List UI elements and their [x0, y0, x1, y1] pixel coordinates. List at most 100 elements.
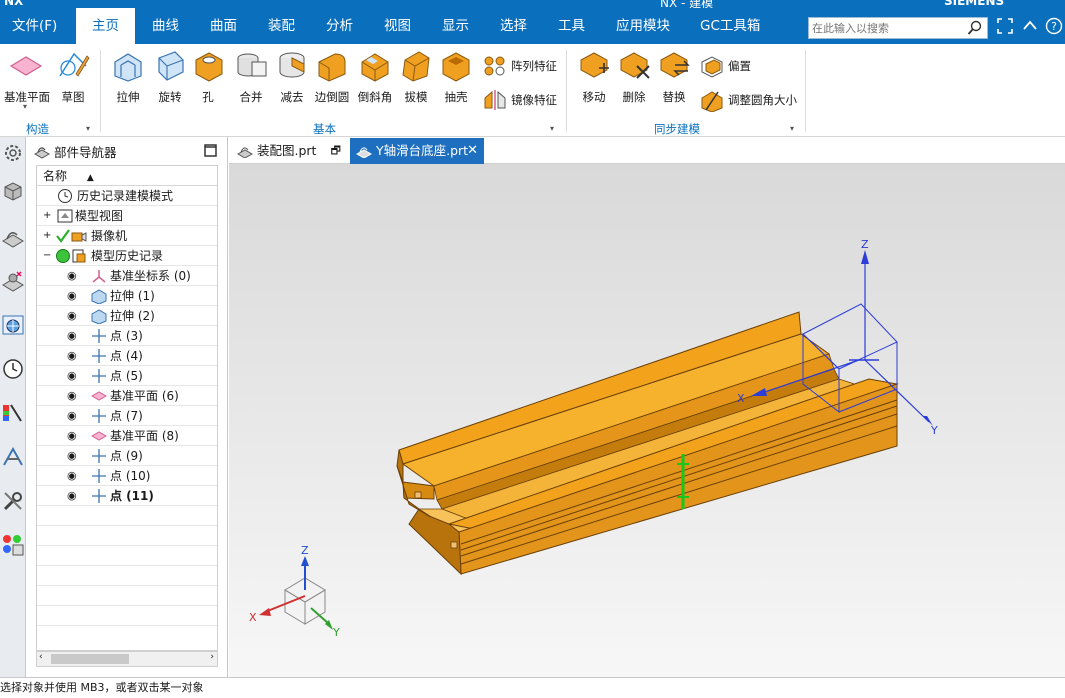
menu-select[interactable]: 选择: [498, 8, 529, 44]
edge-blend-button[interactable]: 边倒圆: [312, 48, 352, 105]
graphics-window[interactable]: Z X Y Z X Y: [229, 164, 1065, 677]
gear-icon[interactable]: [1, 141, 25, 165]
tree-row[interactable]: + 摄像机: [37, 226, 217, 246]
fullscreen-icon[interactable]: [996, 17, 1014, 35]
eye-icon[interactable]: ◉: [67, 406, 77, 426]
help-icon[interactable]: ?: [1045, 17, 1063, 35]
mirror-feature-button[interactable]: 镜像特征: [483, 88, 557, 112]
search-box[interactable]: [808, 17, 988, 39]
menu-analysis[interactable]: 分析: [324, 8, 355, 44]
rail-base-part[interactable]: [396, 311, 899, 576]
resize-blend-button[interactable]: 调整圆角大小: [700, 88, 797, 112]
delete-face-icon: [620, 52, 650, 79]
eye-icon[interactable]: ◉: [67, 286, 77, 306]
tree-row[interactable]: ◉ 点 (5): [37, 366, 217, 386]
subtract-button[interactable]: 减去: [274, 48, 310, 105]
view-triad[interactable]: Z X Y: [249, 544, 340, 639]
menu-view[interactable]: 视图: [382, 8, 413, 44]
group-separator: [805, 50, 806, 132]
menu-applications[interactable]: 应用模块: [614, 8, 672, 44]
eye-icon[interactable]: ◉: [67, 446, 77, 466]
sketch-button[interactable]: 草图: [56, 48, 90, 105]
tree-row[interactable]: ◉ 基准平面 (6): [37, 386, 217, 406]
empty-row: [37, 566, 217, 586]
hole-button[interactable]: 孔: [192, 48, 224, 105]
app-logo[interactable]: NX: [4, 0, 23, 8]
mirror-feature-label: 镜像特征: [511, 93, 557, 107]
roles-icon[interactable]: [1, 445, 25, 469]
delete-face-button[interactable]: 删除: [616, 48, 652, 105]
construct-group-dropdown[interactable]: ▾: [86, 124, 90, 133]
chamfer-button[interactable]: 倒斜角: [355, 48, 395, 105]
tree-row[interactable]: ◉ 点 (9): [37, 446, 217, 466]
datum-plane-button[interactable]: 基准平面: [4, 48, 50, 105]
eye-icon[interactable]: ◉: [67, 366, 77, 386]
horizontal-scrollbar[interactable]: ‹ ›: [36, 651, 218, 667]
menu-home[interactable]: 主页: [76, 8, 135, 44]
column-header-name[interactable]: 名称 ▲: [37, 166, 217, 186]
tree-row[interactable]: ◉ 点 (10): [37, 466, 217, 486]
datum-plane-dropdown[interactable]: ▾: [23, 102, 27, 111]
expand-plus-icon[interactable]: +: [43, 206, 51, 226]
tree-row[interactable]: ◉ 基准坐标系 (0): [37, 266, 217, 286]
close-icon[interactable]: ✕: [467, 138, 478, 164]
pattern-feature-button[interactable]: 阵列特征: [483, 54, 557, 78]
eye-icon[interactable]: ◉: [67, 386, 77, 406]
tree-row[interactable]: ◉ 拉伸 (1): [37, 286, 217, 306]
tab-assembly-drawing[interactable]: 装配图.prt 🗗: [231, 138, 349, 164]
scroll-right-icon[interactable]: ›: [210, 652, 214, 662]
revolve-button[interactable]: 旋转: [152, 48, 188, 105]
expand-plus-icon[interactable]: +: [43, 226, 51, 246]
system-materials-icon[interactable]: [1, 533, 25, 557]
menu-assembly[interactable]: 装配: [266, 8, 297, 44]
search-icon[interactable]: [967, 20, 983, 36]
menu-tools[interactable]: 工具: [556, 8, 587, 44]
shell-button[interactable]: 抽壳: [439, 48, 473, 105]
scroll-left-icon[interactable]: ‹: [39, 652, 43, 662]
eye-icon[interactable]: ◉: [67, 426, 77, 446]
eye-icon[interactable]: ◉: [67, 486, 77, 506]
maximize-icon[interactable]: [204, 144, 217, 157]
history-clock-icon[interactable]: [1, 357, 25, 381]
palette-icon[interactable]: [1, 401, 25, 425]
menu-file[interactable]: 文件(F): [10, 8, 59, 44]
sync-group-dropdown[interactable]: ▾: [790, 124, 794, 133]
tree-row[interactable]: ◉ 点 (3): [37, 326, 217, 346]
part-navigator-icon[interactable]: [1, 225, 25, 249]
eye-icon[interactable]: ◉: [67, 326, 77, 346]
menu-display[interactable]: 显示: [440, 8, 471, 44]
tree-row[interactable]: ◉ 拉伸 (2): [37, 306, 217, 326]
unite-button[interactable]: 合并: [233, 48, 269, 105]
assembly-navigator-icon[interactable]: [1, 179, 25, 203]
tree-row[interactable]: + 模型视图: [37, 206, 217, 226]
eye-icon[interactable]: ◉: [67, 466, 77, 486]
model-canvas[interactable]: Z X Y Z X Y: [229, 164, 1065, 677]
scrollbar-thumb[interactable]: [51, 654, 129, 664]
web-browser-icon[interactable]: [1, 313, 25, 337]
tree-row[interactable]: 历史记录建模模式: [37, 186, 217, 206]
sort-ascending-icon[interactable]: ▲: [87, 173, 94, 183]
chevron-up-icon[interactable]: [1021, 17, 1039, 35]
tree-row[interactable]: − 模型历史记录: [37, 246, 217, 266]
tree-row[interactable]: ◉ 点 (7): [37, 406, 217, 426]
offset-region-button[interactable]: 偏置: [700, 54, 751, 78]
eye-icon[interactable]: ◉: [67, 346, 77, 366]
extrude-button[interactable]: 拉伸: [110, 48, 146, 105]
move-face-button[interactable]: 移动: [576, 48, 612, 105]
tab-y-axis-base[interactable]: Y轴滑台底座.prt ✕: [350, 138, 484, 164]
search-input[interactable]: [809, 18, 959, 38]
tree-row[interactable]: ◉ 点 (4): [37, 346, 217, 366]
reuse-library-icon[interactable]: [1, 269, 25, 293]
menu-curve[interactable]: 曲线: [150, 8, 181, 44]
menu-gc-toolbox[interactable]: GC工具箱: [698, 8, 762, 44]
basic-group-dropdown[interactable]: ▾: [550, 124, 554, 133]
tree-row[interactable]: ◉ 点 (11): [37, 486, 217, 506]
replace-face-button[interactable]: 替换: [656, 48, 692, 105]
collapse-minus-icon[interactable]: −: [43, 246, 51, 266]
menu-surface[interactable]: 曲面: [208, 8, 239, 44]
eye-icon[interactable]: ◉: [67, 266, 77, 286]
draft-button[interactable]: 拔模: [399, 48, 433, 105]
eye-icon[interactable]: ◉: [67, 306, 77, 326]
tools-icon[interactable]: [1, 489, 25, 513]
tree-row[interactable]: ◉ 基准平面 (8): [37, 426, 217, 446]
